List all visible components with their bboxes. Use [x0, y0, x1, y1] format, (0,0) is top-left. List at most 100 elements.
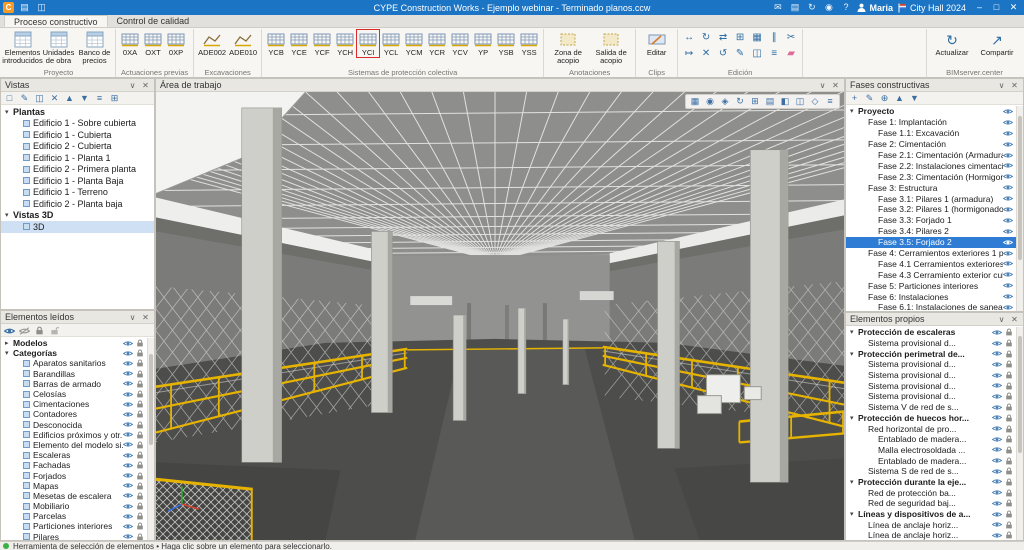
lock-icon[interactable]: [1005, 371, 1013, 379]
tree-item[interactable]: Fase 4: Cerramientos exteriores 1 planta: [846, 248, 1023, 259]
ribbon-button[interactable]: YSB: [495, 30, 517, 57]
delete-icon[interactable]: ✕: [698, 46, 714, 61]
visibility-icon[interactable]: [992, 382, 1002, 389]
tree-item[interactable]: Edificio 1 - Planta 1: [1, 152, 154, 164]
visibility-icon[interactable]: [1003, 260, 1013, 267]
close-icon[interactable]: ✕: [831, 81, 840, 90]
tree-item[interactable]: Sistema S de red de s...: [846, 466, 1023, 477]
eraser-icon[interactable]: ▰: [783, 46, 799, 61]
lock-icon[interactable]: [136, 522, 144, 530]
save-icon[interactable]: ◫: [35, 2, 48, 13]
move-down-icon[interactable]: ▼: [908, 92, 921, 104]
collapse-icon[interactable]: ∨: [997, 81, 1006, 90]
lock-icon[interactable]: [1005, 446, 1013, 454]
tree-item[interactable]: Escaleras: [1, 450, 154, 460]
settings-icon[interactable]: ≡: [823, 95, 837, 108]
visibility-icon[interactable]: [992, 361, 1002, 368]
visibility-icon[interactable]: [1003, 304, 1013, 311]
tree-item[interactable]: Cimentaciones: [1, 399, 154, 409]
tree-item[interactable]: Fase 2.2: Instalaciones cimentación: [846, 160, 1023, 171]
tree-item[interactable]: Protección de escaleras: [846, 327, 1023, 338]
tree-item[interactable]: Mapas: [1, 481, 154, 491]
match-icon[interactable]: ◫: [749, 46, 765, 61]
ribbon-button[interactable]: Zona de acopio: [547, 30, 589, 65]
visibility-icon[interactable]: [123, 411, 133, 418]
tree-item[interactable]: Edificios próximos y otr...: [1, 430, 154, 440]
lock-icon[interactable]: [1005, 489, 1013, 497]
lock-icon[interactable]: [136, 390, 144, 398]
tree-item[interactable]: 3D: [1, 221, 154, 233]
lock-icon[interactable]: [1005, 499, 1013, 507]
visibility-icon[interactable]: [992, 446, 1002, 453]
apps-icon[interactable]: ▤: [788, 2, 801, 13]
move-icon[interactable]: ↔: [681, 30, 697, 45]
visibility-icon[interactable]: [992, 436, 1002, 443]
close-icon[interactable]: ✕: [1010, 315, 1019, 324]
close-icon[interactable]: ✕: [141, 313, 150, 322]
visibility-icon[interactable]: [123, 462, 133, 469]
tree-item[interactable]: Fase 3.3: Forjado 1: [846, 215, 1023, 226]
lock-icon[interactable]: [1005, 531, 1013, 539]
tree-item[interactable]: Entablado de madera...: [846, 434, 1023, 445]
menu-icon[interactable]: ▤: [18, 2, 31, 13]
visibility-icon[interactable]: [992, 489, 1002, 496]
tree-item[interactable]: Proyecto: [846, 106, 1023, 117]
lock-icon[interactable]: [1005, 467, 1013, 475]
orbit-icon[interactable]: ↻: [733, 95, 747, 108]
tree-item[interactable]: Fachadas: [1, 460, 154, 470]
ribbon-button[interactable]: YCE: [288, 30, 310, 57]
tree-item[interactable]: Fase 6.1: Instalaciones de saneamiento: [846, 302, 1023, 311]
ribbon-tab[interactable]: Proceso constructivo: [4, 15, 108, 27]
search-icon[interactable]: ⊕: [878, 92, 891, 104]
tree-item[interactable]: Categorías: [1, 348, 154, 358]
lock-icon[interactable]: [1005, 392, 1013, 400]
tree-item[interactable]: Protección durante la eje...: [846, 477, 1023, 488]
tree-item[interactable]: Barandillas: [1, 369, 154, 379]
delete-view-icon[interactable]: ✕: [48, 92, 61, 104]
ribbon-button[interactable]: 0XA: [119, 30, 141, 57]
lock-icon[interactable]: [1005, 478, 1013, 486]
tree-item[interactable]: Fase 1.1: Excavación: [846, 128, 1023, 139]
visibility-icon[interactable]: [123, 431, 133, 438]
ribbon-tab[interactable]: Control de calidad: [108, 15, 199, 27]
tree-item[interactable]: Fase 3.2: Pilares 1 (hormigonado): [846, 204, 1023, 215]
textures-icon[interactable]: ◉: [703, 95, 717, 108]
lock-icon[interactable]: [136, 359, 144, 367]
visibility-icon[interactable]: [992, 457, 1002, 464]
visibility-icon[interactable]: [123, 360, 133, 367]
visibility-icon[interactable]: [1003, 108, 1013, 115]
visibility-icon[interactable]: [992, 350, 1002, 357]
visibility-icon[interactable]: [1003, 228, 1013, 235]
ribbon-button[interactable]: YCB: [265, 30, 287, 57]
tree-item[interactable]: Plantas: [1, 106, 154, 118]
ribbon-button[interactable]: YP: [472, 30, 494, 57]
zoom-fit-icon[interactable]: ⊞: [748, 95, 762, 108]
visibility-icon[interactable]: [123, 533, 133, 540]
lock-icon[interactable]: [1005, 350, 1013, 358]
undo-icon[interactable]: ↺: [715, 46, 731, 61]
tree-item[interactable]: Red de protección ba...: [846, 487, 1023, 498]
record-icon[interactable]: ◉: [822, 2, 835, 13]
visibility-icon[interactable]: [123, 482, 133, 489]
ribbon-button[interactable]: YCH: [334, 30, 356, 57]
tree-item[interactable]: Sistema provisional d...: [846, 380, 1023, 391]
maximize-button[interactable]: □: [988, 0, 1005, 15]
rotate-icon[interactable]: ↻: [698, 30, 714, 45]
collapse-icon[interactable]: ∨: [997, 315, 1006, 324]
lock-icon[interactable]: [1005, 382, 1013, 390]
visibility-icon[interactable]: [1003, 195, 1013, 202]
tree-item[interactable]: Particiones interiores: [1, 521, 154, 531]
lock-icon[interactable]: [1005, 510, 1013, 518]
tree-item[interactable]: Fase 2.3: Cimentación (Hormigonado): [846, 171, 1023, 182]
lock-icon[interactable]: [136, 400, 144, 408]
visibility-icon[interactable]: [1003, 293, 1013, 300]
edit-view-icon[interactable]: ✎: [18, 92, 31, 104]
visibility-icon[interactable]: [123, 401, 133, 408]
visibility-icon[interactable]: [992, 414, 1002, 421]
visibility-icon[interactable]: [123, 503, 133, 510]
lock-icon[interactable]: [1005, 425, 1013, 433]
visibility-icon[interactable]: [992, 329, 1002, 336]
tree-item[interactable]: Contadores: [1, 409, 154, 419]
duplicate-view-icon[interactable]: ◫: [33, 92, 46, 104]
ribbon-button[interactable]: YCV: [449, 30, 471, 57]
